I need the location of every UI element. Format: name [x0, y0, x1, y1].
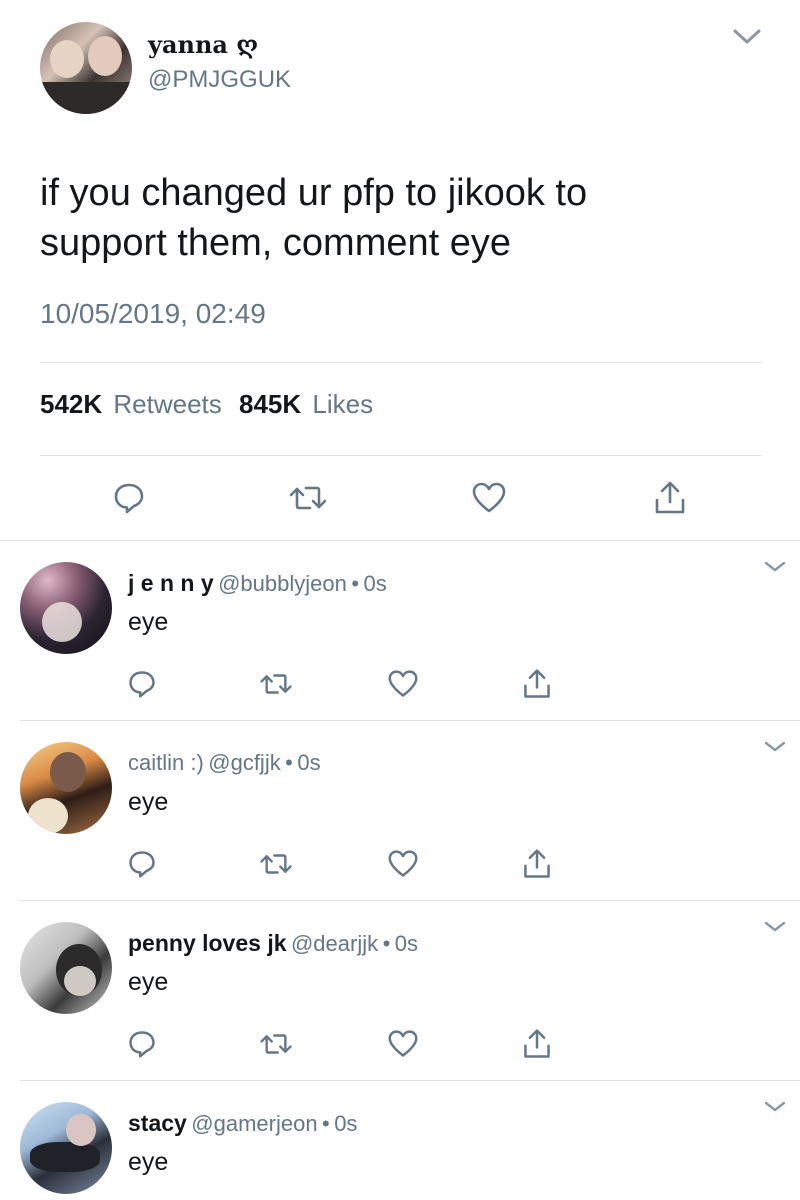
reply-display-name[interactable]: j e n n y	[128, 570, 214, 596]
reply-display-name[interactable]: caitlin :)	[128, 750, 204, 775]
chevron-down-icon[interactable]	[764, 1100, 786, 1114]
reply-header: stacy @gamerjeon • 0s	[128, 1110, 357, 1137]
share-icon[interactable]	[517, 1024, 557, 1064]
reply-text: eye	[128, 608, 169, 636]
separator-dot: •	[351, 571, 360, 596]
reply-time: 0s	[363, 571, 387, 596]
reply-time: 0s	[334, 1111, 358, 1136]
chevron-down-icon[interactable]	[764, 560, 786, 574]
engagement-stats: 542K Retweets 845K Likes	[40, 389, 373, 420]
reply-handle[interactable]: @dearjjk	[291, 931, 378, 956]
retweets-count[interactable]: 542K	[40, 389, 102, 419]
display-name[interactable]: yanna ღ	[148, 30, 258, 59]
reply-display-name[interactable]: stacy	[128, 1110, 187, 1136]
chevron-down-icon[interactable]	[732, 28, 762, 46]
retweet-icon[interactable]	[288, 478, 328, 518]
divider	[0, 540, 800, 541]
reply-header: penny loves jk @dearjjk • 0s	[128, 930, 418, 957]
retweet-icon[interactable]	[256, 1024, 296, 1064]
avatar[interactable]	[40, 22, 132, 114]
avatar[interactable]	[20, 742, 112, 834]
retweet-icon[interactable]	[256, 844, 296, 884]
tweet-timestamp: 10/05/2019, 02:49	[40, 298, 266, 329]
separator-dot: •	[322, 1111, 330, 1136]
avatar[interactable]	[20, 922, 112, 1014]
divider	[20, 1080, 800, 1081]
reply-text: eye	[128, 968, 169, 996]
reply-text: eye	[128, 788, 169, 816]
divider	[20, 720, 800, 721]
divider	[40, 362, 762, 363]
heart-icon[interactable]	[383, 1024, 423, 1064]
reply-header: j e n n y @bubblyjeon • 0s	[128, 570, 387, 597]
user-handle[interactable]: @PMJGGUK	[148, 66, 291, 94]
tweet-text: if you changed ur pfp to jikook to suppo…	[40, 168, 587, 268]
tweet-text-line: support them, comment eye	[40, 222, 511, 264]
share-icon[interactable]	[517, 664, 557, 704]
reply-handle[interactable]: @gcfjjk	[208, 750, 280, 775]
divider	[20, 900, 800, 901]
reply-icon[interactable]	[109, 478, 149, 518]
separator-dot: •	[285, 750, 293, 775]
retweets-label[interactable]: Retweets	[113, 389, 221, 419]
reply-icon[interactable]	[122, 664, 162, 704]
reply-icon[interactable]	[122, 844, 162, 884]
avatar[interactable]	[20, 562, 112, 654]
heart-icon[interactable]	[469, 478, 509, 518]
heart-icon[interactable]	[383, 664, 423, 704]
share-icon[interactable]	[650, 478, 690, 518]
likes-count[interactable]: 845K	[239, 389, 301, 419]
reply-header: caitlin :) @gcfjjk • 0s	[128, 750, 321, 776]
chevron-down-icon[interactable]	[764, 740, 786, 754]
reply-display-name[interactable]: penny loves jk	[128, 930, 287, 956]
separator-dot: •	[382, 931, 391, 956]
chevron-down-icon[interactable]	[764, 920, 786, 934]
avatar[interactable]	[20, 1102, 112, 1194]
reply-handle[interactable]: @bubblyjeon	[218, 571, 347, 596]
likes-label[interactable]: Likes	[312, 389, 373, 419]
heart-icon[interactable]	[383, 844, 423, 884]
divider	[40, 455, 762, 456]
reply-text: eye	[128, 1148, 169, 1176]
share-icon[interactable]	[517, 844, 557, 884]
retweet-icon[interactable]	[256, 664, 296, 704]
reply-icon[interactable]	[122, 1024, 162, 1064]
reply-time: 0s	[394, 931, 418, 956]
tweet-text-line: if you changed ur pfp to jikook to	[40, 172, 588, 214]
reply-handle[interactable]: @gamerjeon	[191, 1111, 317, 1136]
reply-time: 0s	[297, 750, 321, 775]
